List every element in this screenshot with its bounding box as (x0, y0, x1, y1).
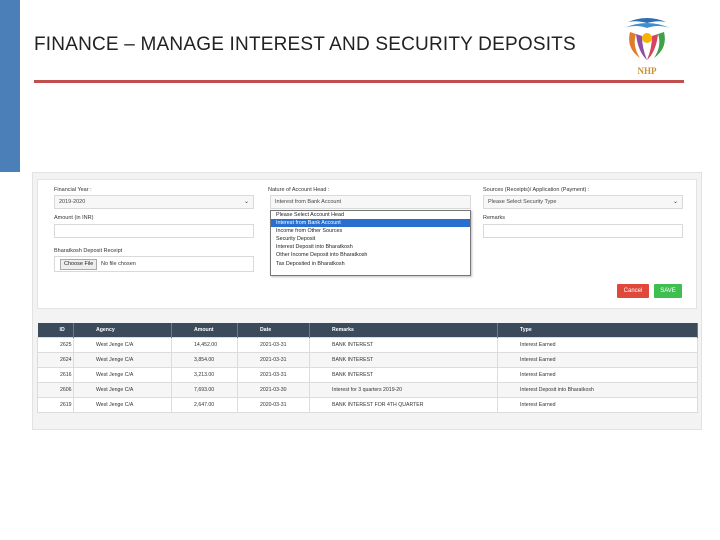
cell-id: 2625 (37, 336, 74, 353)
dropdown-option-selected[interactable]: Interest from Bank Account (271, 219, 470, 228)
title-divider (34, 80, 684, 83)
column-header[interactable]: ID (37, 323, 74, 337)
save-button[interactable]: SAVE (654, 284, 682, 298)
cell-remarks: BANK INTEREST FOR 4TH QUARTER (309, 396, 498, 413)
nhp-emblem-icon (624, 18, 670, 60)
cell-date: 2020-03-31 (237, 396, 310, 413)
cell-agency: West Jenge C/A (73, 336, 172, 353)
cell-amount: 2,647.00 (171, 396, 238, 413)
choose-file-button[interactable]: Choose File (60, 259, 98, 270)
cancel-button[interactable]: Cancel (617, 284, 649, 298)
nhp-logo: NHP (618, 14, 676, 76)
cell-agency: West Jenge C/A (73, 396, 172, 413)
table-row[interactable]: 2619 West Jenge C/A 2,647.00 2020-03-31 … (37, 396, 698, 413)
cell-type: Interest Earned (497, 396, 698, 413)
cell-remarks: Interest for 3 quarters 2019-20 (309, 381, 498, 398)
bharatkosh-label: Bharatkosh Deposit Receipt (54, 248, 123, 254)
dropdown-option[interactable]: Tax Deposited in Bharatkosh (271, 260, 470, 268)
cell-date: 2021-03-31 (237, 366, 310, 383)
dropdown-option[interactable]: Please Select Account Head (271, 211, 470, 219)
security-type-value: Please Select Security Type (488, 199, 557, 205)
file-status: No file chosen (101, 261, 136, 267)
cell-type: Interest Earned (497, 366, 698, 383)
logo-text: NHP (637, 66, 657, 76)
amount-input[interactable] (54, 224, 254, 238)
left-accent-bar (0, 0, 20, 172)
dropdown-option[interactable]: Security Deposit (271, 235, 470, 243)
chevron-down-icon: ⌄ (672, 199, 678, 205)
cell-id: 2624 (37, 351, 74, 368)
account-head-dropdown: Please Select Account Head Interest from… (270, 210, 471, 276)
financial-year-value: 2019-2020 (59, 199, 86, 205)
table-row[interactable]: 2624 West Jenge C/A 3,854.00 2021-03-31 … (37, 351, 698, 368)
dropdown-option[interactable]: Other Income Deposit into Bharatkosh (271, 251, 470, 259)
chevron-down-icon: ⌄ (243, 199, 249, 205)
security-type-select[interactable]: Please Select Security Type ⌄ (483, 195, 683, 209)
remarks-input[interactable] (483, 224, 683, 238)
cell-remarks: BANK INTEREST (309, 351, 498, 368)
column-header[interactable]: Date (237, 323, 310, 337)
cell-id: 2606 (37, 381, 74, 398)
cell-agency: West Jenge C/A (73, 366, 172, 383)
cell-remarks: BANK INTEREST (309, 366, 498, 383)
dropdown-option[interactable]: Interest Deposit into Bharatkosh (271, 243, 470, 251)
cell-amount: 3,854.00 (171, 351, 238, 368)
cell-type: Interest Earned (497, 336, 698, 353)
app-screenshot: Financial Year : 2019-2020 ⌄ Nature of A… (32, 172, 702, 430)
deposits-table: ID Agency Amount Date Remarks Type 2625 … (37, 323, 698, 413)
financial-year-select[interactable]: 2019-2020 ⌄ (54, 195, 254, 209)
cell-date: 2021-03-30 (237, 381, 310, 398)
table-row[interactable]: 2616 West Jenge C/A 3,213.00 2021-03-31 … (37, 366, 698, 383)
sources-label: Sources (Receipts)/ Application (Payment… (483, 187, 590, 193)
cell-id: 2616 (37, 366, 74, 383)
column-header[interactable]: Remarks (309, 323, 498, 337)
account-head-select[interactable]: Interest from Bank Account (270, 195, 471, 209)
cell-date: 2021-03-31 (237, 351, 310, 368)
cell-agency: West Jenge C/A (73, 351, 172, 368)
financial-year-label: Financial Year : (54, 187, 92, 193)
cell-agency: West Jenge C/A (73, 381, 172, 398)
cell-amount: 7,693.00 (171, 381, 238, 398)
cell-type: Interest Deposit into Bharatkosh (497, 381, 698, 398)
table-row[interactable]: 2606 West Jenge C/A 7,693.00 2021-03-30 … (37, 381, 698, 398)
column-header[interactable]: Agency (73, 323, 172, 337)
account-head-value: Interest from Bank Account (275, 199, 342, 205)
cell-id: 2619 (37, 396, 74, 413)
account-head-label: Nature of Account Head : (268, 187, 330, 193)
cell-amount: 14,452.00 (171, 336, 238, 353)
column-header[interactable]: Type (497, 323, 698, 337)
table-row[interactable]: 2625 West Jenge C/A 14,452.00 2021-03-31… (37, 336, 698, 353)
cell-date: 2021-03-31 (237, 336, 310, 353)
cell-amount: 3,213.00 (171, 366, 238, 383)
table-header-row: ID Agency Amount Date Remarks Type (37, 323, 698, 337)
amount-label: Amount (in INR) (54, 215, 94, 221)
deposit-form: Financial Year : 2019-2020 ⌄ Nature of A… (37, 179, 697, 309)
slide-title: FINANCE – MANAGE INTEREST AND SECURITY D… (34, 34, 576, 55)
cell-remarks: BANK INTEREST (309, 336, 498, 353)
remarks-label: Remarks (483, 215, 506, 221)
column-header[interactable]: Amount (171, 323, 238, 337)
dropdown-option[interactable]: Income from Other Sources (271, 227, 470, 235)
cell-type: Interest Earned (497, 351, 698, 368)
